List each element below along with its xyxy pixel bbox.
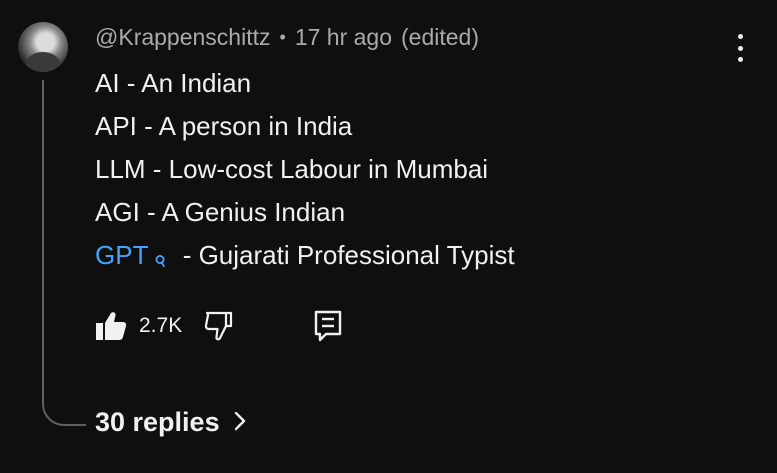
replies-label: 30 replies (95, 407, 220, 437)
comment-line: GPT - Gujarati Professional Typist (95, 234, 515, 277)
more-dot (737, 34, 743, 39)
comment-line-text: API - A person in India (95, 111, 353, 141)
author-name[interactable]: @Krappenschittz (95, 24, 271, 51)
comment-line: AI - An Indian (95, 62, 515, 105)
chevron-right-icon (234, 407, 246, 438)
reply-icon[interactable] (314, 310, 342, 342)
like-count: 2.7K (139, 314, 183, 337)
search-link-gpt[interactable]: GPT (95, 240, 148, 270)
timestamp[interactable]: 17 hr ago (295, 24, 392, 51)
comment-actions: 2.7K (95, 306, 342, 346)
thumbs-down-icon[interactable] (204, 311, 236, 341)
comment-line: LLM - Low-cost Labour in Mumbai (95, 148, 515, 191)
comment-line-text: - Gujarati Professional Typist (182, 240, 515, 270)
comment-line-text: AI - An Indian (95, 68, 252, 98)
comment-header: @Krappenschittz • 17 hr ago (edited) (95, 24, 479, 51)
comment-line: API - A person in India (95, 105, 515, 148)
comment-line-text: LLM - Low-cost Labour in Mumbai (95, 154, 489, 184)
thread-line (42, 80, 86, 426)
comment-body: AI - An Indian API - A person in India L… (95, 62, 515, 277)
more-dot (737, 57, 743, 62)
edited-label: (edited) (401, 24, 479, 50)
thumbs-up-icon[interactable] (95, 311, 127, 341)
search-icon[interactable] (153, 238, 167, 267)
separator-dot: • (279, 27, 286, 47)
avatar[interactable] (18, 22, 68, 72)
more-dot (737, 45, 743, 51)
comment-line: AGI - A Genius Indian (95, 191, 515, 234)
more-vert-icon[interactable] (728, 34, 752, 62)
comment-line-text: AGI - A Genius Indian (95, 197, 346, 227)
replies-toggle[interactable]: 30 replies (95, 407, 246, 438)
